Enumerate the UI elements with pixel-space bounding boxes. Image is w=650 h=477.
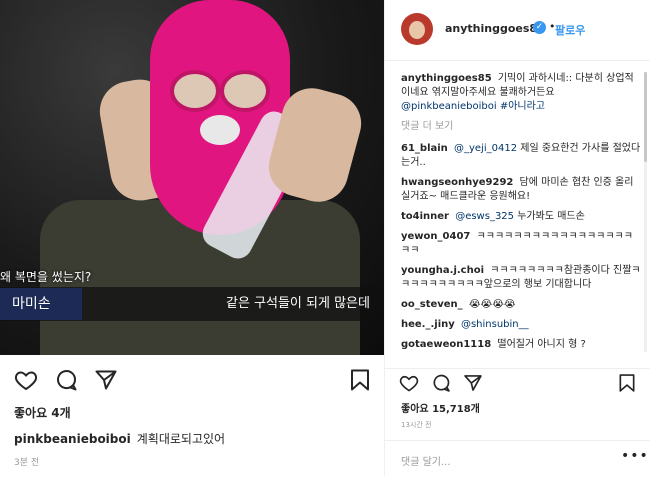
comment-username[interactable]: 61_blain (401, 143, 448, 154)
add-comment-bar: 댓글 달기... ••• (385, 440, 650, 477)
post-time: 3분 전 (14, 458, 40, 468)
video-caption-top: 왜 복면을 썼는지? (0, 270, 92, 284)
list-item: oo_steven_ 😭😭😭😭 (401, 298, 641, 312)
post-header: anythinggoes85 ✓ • 팔로우 (385, 0, 650, 61)
header-username[interactable]: anythinggoes85 (445, 22, 545, 35)
description-username[interactable]: anythinggoes85 (401, 73, 492, 84)
comment-username[interactable]: gotaeweon1118 (401, 339, 491, 350)
comments-scrollbar[interactable] (644, 72, 647, 352)
post-detail-panel: anythinggoes85 ✓ • 팔로우 anythinggoes85 기믹… (385, 0, 650, 476)
glasses-left-lens (170, 70, 220, 112)
comment-icon[interactable] (54, 368, 78, 392)
heart-icon[interactable] (399, 373, 419, 393)
detail-like-count[interactable]: 좋아요 15,718개 (401, 400, 480, 415)
heart-icon[interactable] (14, 368, 38, 392)
comment-username[interactable]: hee._.jiny (401, 319, 455, 330)
comment-text: 떨어질거 아니지 형 ? (497, 339, 586, 350)
bookmark-icon[interactable] (617, 373, 637, 393)
avatar-face (409, 21, 425, 39)
bottle-cap (200, 115, 240, 145)
post-media-panel: 왜 복면을 썼는지? 마미손 같은 구석들이 되게 많은데 좋아요 4개 pin… (0, 0, 384, 476)
video-caption-name: 마미손 (0, 288, 82, 320)
list-item: to4inner @esws_325 누가봐도 매드손 (401, 210, 641, 224)
description-mention[interactable]: @pinkbeanieboiboi (401, 101, 497, 112)
caption-username[interactable]: pinkbeanieboiboi (14, 432, 131, 446)
detail-actions (385, 368, 650, 399)
list-item: gotaeweon1118 떨어질거 아니지 형 ? (401, 338, 641, 352)
glasses-right-lens (220, 70, 270, 112)
list-item: youngha.j.choi ㅋㅋㅋㅋㅋㅋㅋㅋ참관종이다 진짤ㅋㅋㅋㅋㅋㅋㅋㅋㅋ… (401, 264, 641, 292)
comment-mention[interactable]: @shinsubin__ (461, 319, 529, 330)
comment-text: 😭😭😭😭 (468, 299, 516, 310)
caption-text: 계획대로되고있어 (136, 432, 226, 446)
verified-icon: ✓ (533, 21, 546, 34)
comment-icon[interactable] (431, 373, 451, 393)
post-actions (0, 358, 384, 398)
bookmark-icon[interactable] (348, 368, 372, 392)
post-video[interactable]: 왜 복면을 썼는지? 마미손 같은 구석들이 되게 많은데 (0, 0, 384, 355)
post-description: anythinggoes85 기믹이 과하시네:: 다분히 상업적이네요 엮지말… (401, 72, 641, 114)
comment-username[interactable]: oo_steven_ (401, 299, 463, 310)
list-item: 61_blain @_yeji_0412 제일 중요한건 가사를 절었다는거.. (401, 142, 641, 170)
share-icon[interactable] (463, 373, 483, 393)
list-item: yewon_0407 ㅋㅋㅋㅋㅋㅋㅋㅋㅋㅋㅋㅋㅋㅋㅋㅋㅋㅋㅋ (401, 230, 641, 258)
like-count[interactable]: 좋아요 4개 (14, 404, 71, 421)
detail-post-time: 13시간 전 (401, 421, 432, 429)
comment-username[interactable]: to4inner (401, 211, 449, 222)
avatar[interactable] (401, 13, 433, 45)
video-caption-line: 같은 구석들이 되게 많은데 (226, 296, 370, 311)
share-icon[interactable] (94, 368, 118, 392)
follow-button[interactable]: 팔로우 (555, 22, 585, 38)
comment-mention[interactable]: @_yeji_0412 (454, 143, 517, 154)
comment-username[interactable]: youngha.j.choi (401, 265, 484, 276)
more-options-icon[interactable]: ••• (621, 448, 649, 464)
add-comment-input[interactable]: 댓글 달기... (401, 453, 451, 468)
description-hashtag[interactable]: #아니라고 (500, 101, 545, 112)
list-item: hee._.jiny @shinsubin__ (401, 318, 641, 332)
comments-list: anythinggoes85 기믹이 과하시네:: 다분히 상업적이네요 엮지말… (401, 72, 641, 362)
comment-text: 누가봐도 매드손 (517, 211, 585, 222)
list-item: hwangseonhye9292 담에 마미손 협찬 인증 올리실거죠~ 매드클… (401, 176, 641, 204)
scrollbar-thumb[interactable] (644, 72, 647, 162)
comment-username[interactable]: yewon_0407 (401, 231, 470, 242)
post-caption: pinkbeanieboiboi 계획대로되고있어 (14, 430, 225, 447)
comment-mention[interactable]: @esws_325 (455, 211, 514, 222)
comment-username[interactable]: hwangseonhye9292 (401, 177, 513, 188)
more-comments-link[interactable]: 댓글 더 보기 (401, 120, 641, 134)
